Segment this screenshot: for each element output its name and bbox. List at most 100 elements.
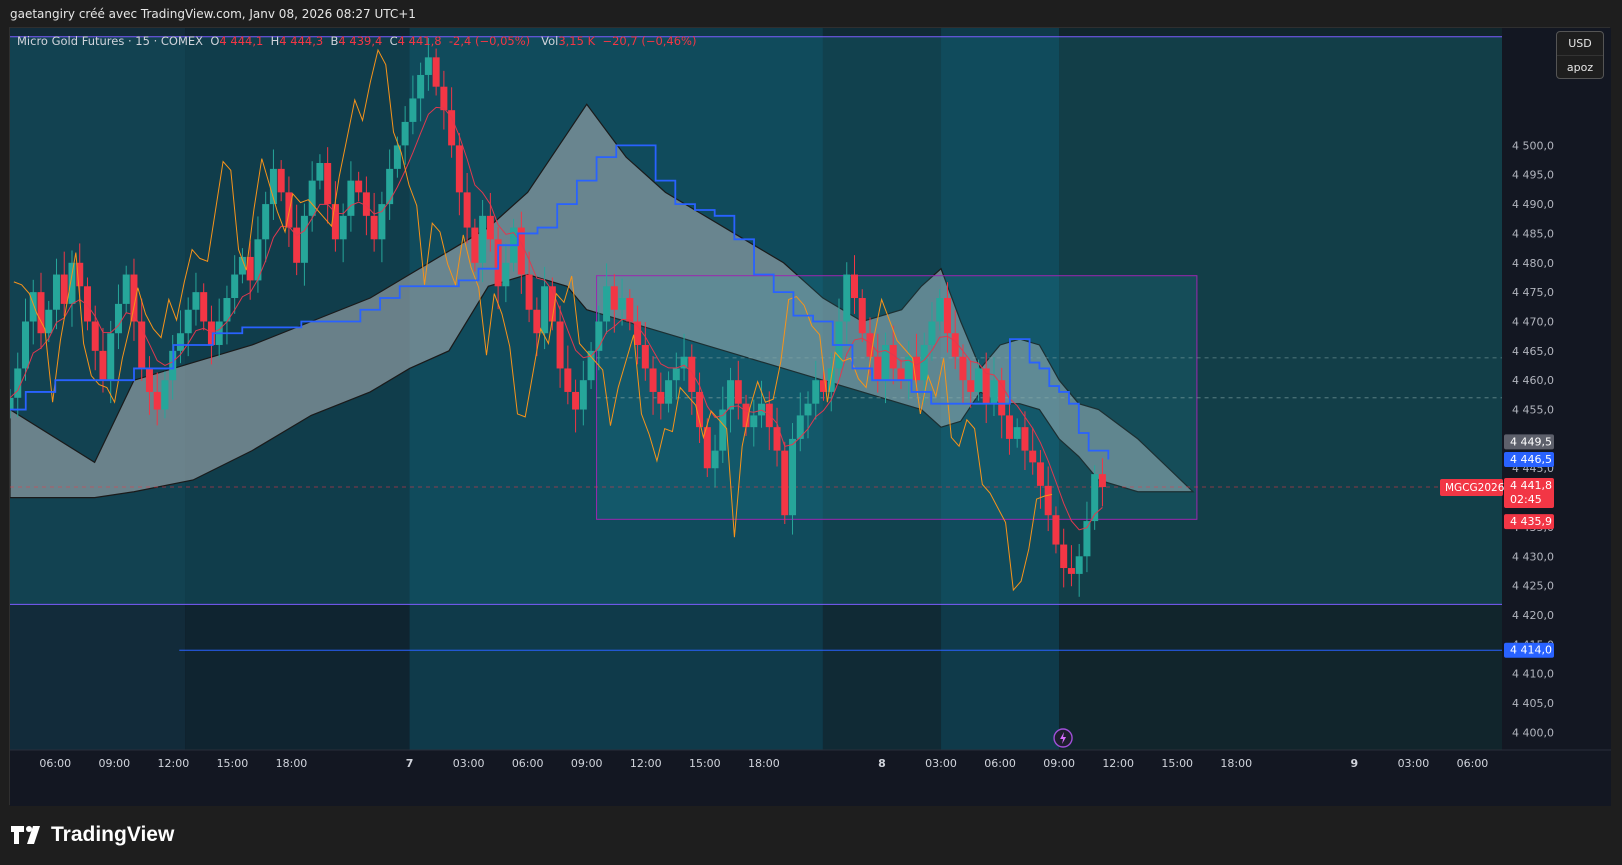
candle-body <box>874 356 882 381</box>
candle-body <box>285 192 293 228</box>
candle-body <box>1083 521 1091 557</box>
price-badge-label: 4 449,5 <box>1510 435 1552 448</box>
candle-body <box>107 333 115 381</box>
candle-body <box>479 215 487 263</box>
price-tick-label: 4 420,0 <box>1512 609 1554 622</box>
candle-body <box>897 368 905 381</box>
candle-body <box>967 380 975 392</box>
candle-body <box>711 450 719 469</box>
candle-body <box>91 321 99 351</box>
candle-body <box>789 438 797 516</box>
candle-body <box>386 168 394 205</box>
price-tick-label: 4 425,0 <box>1512 580 1554 593</box>
candle-body <box>920 344 928 381</box>
candle-body <box>626 298 634 322</box>
candle-body <box>1075 556 1083 574</box>
candle-body <box>564 368 572 392</box>
candle-body <box>603 286 611 322</box>
candle-body <box>10 397 14 410</box>
time-tick-label: 03:00 <box>453 757 485 770</box>
candle-body <box>727 380 735 410</box>
legend-open-value: 4 444,1 <box>219 34 264 48</box>
price-tick-label: 4 470,0 <box>1512 315 1554 328</box>
candle-body <box>1067 568 1075 574</box>
legend-volume-change: −20,7 (−0,46%) <box>602 34 697 48</box>
candle-body <box>316 163 324 181</box>
candle-body <box>176 333 184 351</box>
candle-body <box>324 163 332 205</box>
candle-body <box>502 262 510 287</box>
candle-body <box>300 215 308 263</box>
chart-credit: gaetangiry créé avec TradingView.com, Ja… <box>10 7 416 21</box>
candle-body <box>943 298 951 334</box>
legend-close-value: 4 441,8 <box>397 34 442 48</box>
time-tick-label: 12:00 <box>1102 757 1134 770</box>
candle-body <box>1013 427 1021 439</box>
candle-body <box>974 368 982 392</box>
time-axis <box>10 750 1611 806</box>
tradingview-icon <box>11 826 40 844</box>
candle-body <box>758 403 766 416</box>
candle-body <box>432 57 440 87</box>
legend-symbol[interactable]: Micro Gold Futures · 15 · COMEX <box>17 34 203 48</box>
price-tick-label: 4 405,0 <box>1512 697 1554 710</box>
legend-volume-label: Vol <box>541 34 559 48</box>
price-chart[interactable]: 4 500,0 4 495,0 4 490,0 4 485,0 4 480,0 4 475… <box>10 28 1611 806</box>
candle-body <box>1005 415 1013 439</box>
candle-body <box>277 168 285 193</box>
candle-body <box>153 391 161 410</box>
candle-body <box>463 192 471 228</box>
candle-body <box>959 356 967 381</box>
price-tick-label: 4 465,0 <box>1512 345 1554 358</box>
price-tick-label: 4 430,0 <box>1512 550 1554 563</box>
brand-name: TradingView <box>51 823 175 846</box>
candle-body <box>161 380 169 410</box>
candle-body <box>60 274 68 304</box>
candle-body <box>765 403 773 428</box>
time-tick-label: 06:00 <box>1457 757 1489 770</box>
price-tick-label: 4 400,0 <box>1512 726 1554 739</box>
price-tick-label: 4 480,0 <box>1512 257 1554 270</box>
candle-body <box>750 415 758 428</box>
candle-body <box>262 204 270 240</box>
candle-body <box>331 204 339 240</box>
symbol-tag-label: MGCG2026 <box>1445 482 1505 494</box>
time-tick-label: 09:00 <box>98 757 130 770</box>
price-badge-label: 4 435,9 <box>1510 515 1552 528</box>
scale-settings[interactable]: USD apoz <box>1556 31 1604 79</box>
tradingview-logo[interactable]: TradingView <box>11 823 174 847</box>
price-tick-label: 4 475,0 <box>1512 286 1554 299</box>
time-tick-label: 18:00 <box>276 757 308 770</box>
time-tick-label: 06:00 <box>39 757 71 770</box>
candle-body <box>1036 462 1044 486</box>
candle-body <box>99 350 107 381</box>
time-tick-label: 7 <box>406 757 414 770</box>
scale-mode-label[interactable]: apoz <box>1557 56 1603 79</box>
candle-body <box>587 350 595 381</box>
candle-body <box>308 180 316 216</box>
candle-body <box>486 215 494 240</box>
candle-body <box>641 344 649 369</box>
chart-frame[interactable]: 4 500,0 4 495,0 4 490,0 4 485,0 4 480,0 4 475… <box>9 27 1611 806</box>
candle-body <box>370 215 378 240</box>
candle-body <box>339 215 347 240</box>
legend-low-value: 4 439,4 <box>338 34 383 48</box>
candle-body <box>424 57 432 75</box>
candle-body <box>657 391 665 404</box>
currency-label[interactable]: USD <box>1557 32 1603 56</box>
legend-volume-value: 3,15 K <box>558 34 596 48</box>
candle-body <box>401 121 409 146</box>
candle-body <box>355 180 363 193</box>
symbol-legend[interactable]: Micro Gold Futures · 15 · COMEX O4 444,1… <box>17 34 696 48</box>
candle-body <box>45 309 53 334</box>
price-badge-label: 4 441,8 <box>1510 479 1552 492</box>
time-tick-label: 15:00 <box>217 757 249 770</box>
price-tick-label: 4 410,0 <box>1512 668 1554 681</box>
price-tick-label: 4 490,0 <box>1512 198 1554 211</box>
price-tick-label: 4 500,0 <box>1512 139 1554 152</box>
candle-body <box>114 303 122 334</box>
time-tick-label: 06:00 <box>984 757 1016 770</box>
legend-change: -2,4 (−0,05%) <box>448 34 531 48</box>
time-tick-label: 12:00 <box>630 757 662 770</box>
candle-body <box>572 391 580 410</box>
